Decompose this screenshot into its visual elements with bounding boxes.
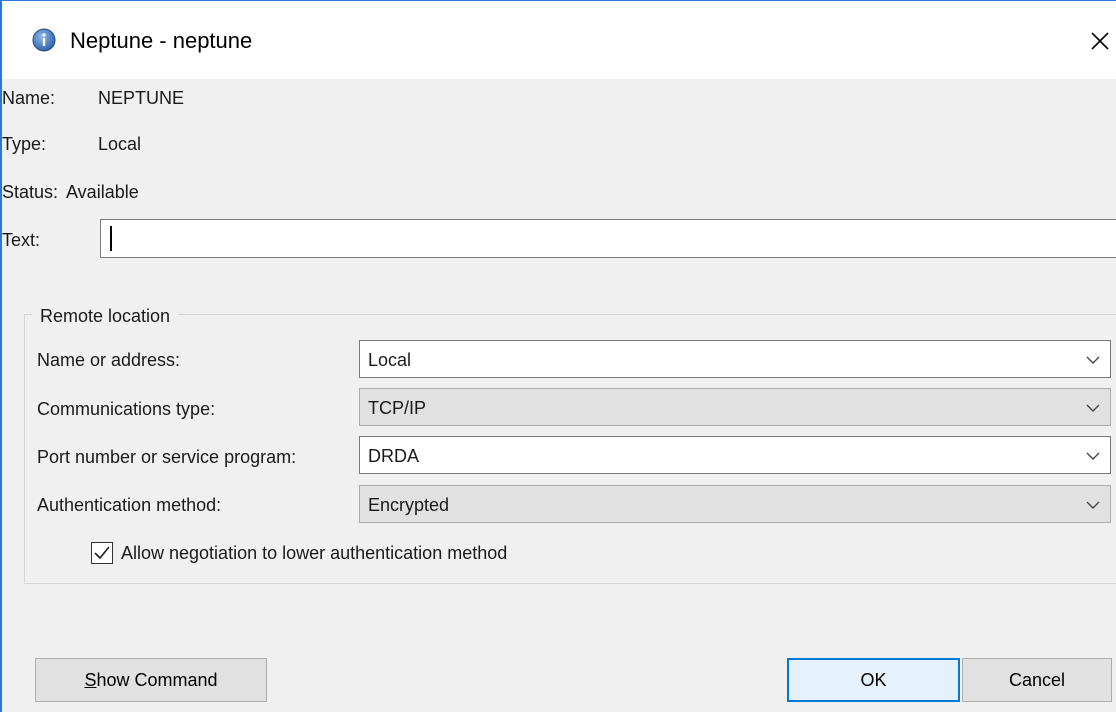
auth-method-combo[interactable]: Encrypted bbox=[359, 485, 1111, 523]
status-label: Status: bbox=[2, 182, 59, 202]
checkmark-icon bbox=[94, 546, 110, 560]
info-icon bbox=[32, 28, 56, 52]
comm-type-label: Communications type: bbox=[37, 399, 216, 419]
chevron-down-icon bbox=[1086, 404, 1100, 412]
port-combo[interactable]: DRDA bbox=[359, 436, 1111, 474]
auth-method-value: Encrypted bbox=[368, 495, 450, 515]
cancel-button[interactable]: Cancel bbox=[962, 658, 1112, 702]
auth-method-label: Authentication method: bbox=[37, 495, 222, 515]
window-title: Neptune - neptune bbox=[70, 28, 253, 53]
remote-location-title: Remote location bbox=[32, 305, 179, 327]
show-command-button[interactable]: Show Command bbox=[35, 658, 267, 702]
title-bar: Neptune - neptune bbox=[2, 1, 1116, 79]
allow-negotiation-checkbox[interactable] bbox=[91, 542, 113, 564]
port-label: Port number or service program: bbox=[37, 447, 297, 467]
dialog-window: Neptune - neptune Name: NEPTUNE Type: Lo… bbox=[0, 0, 1116, 712]
text-caret bbox=[110, 226, 112, 251]
type-value: Local bbox=[98, 134, 142, 154]
type-label: Type: bbox=[2, 134, 47, 154]
chevron-down-icon bbox=[1086, 501, 1100, 509]
name-or-address-label: Name or address: bbox=[37, 350, 181, 370]
chevron-down-icon bbox=[1086, 356, 1100, 364]
ok-button[interactable]: OK bbox=[787, 658, 960, 702]
comm-type-combo[interactable]: TCP/IP bbox=[359, 388, 1111, 426]
allow-negotiation-label[interactable]: Allow negotiation to lower authenticatio… bbox=[121, 542, 507, 564]
name-value: NEPTUNE bbox=[98, 88, 185, 108]
close-icon[interactable] bbox=[1084, 25, 1116, 57]
port-value: DRDA bbox=[368, 446, 420, 466]
text-input[interactable] bbox=[100, 219, 1116, 258]
name-or-address-combo[interactable]: Local bbox=[359, 340, 1111, 378]
chevron-down-icon bbox=[1086, 452, 1100, 460]
text-label: Text: bbox=[2, 230, 41, 250]
comm-type-value: TCP/IP bbox=[368, 398, 427, 418]
status-value: Available bbox=[66, 182, 139, 202]
name-or-address-value: Local bbox=[368, 350, 412, 370]
name-label: Name: bbox=[2, 88, 56, 108]
